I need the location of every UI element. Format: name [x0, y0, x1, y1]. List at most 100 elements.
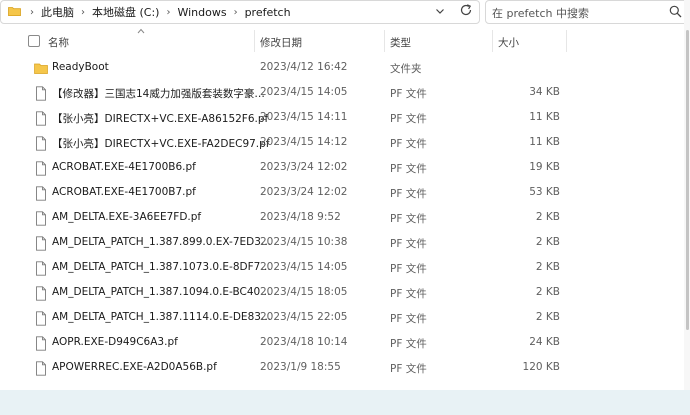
file-name: AOPR.EXE-D949C6A3.pf	[52, 336, 178, 348]
file-icon	[34, 236, 48, 251]
breadcrumb-separator: ›	[233, 6, 238, 18]
file-date: 2023/4/18 10:14	[260, 336, 348, 348]
file-type: PF 文件	[390, 213, 427, 225]
breadcrumb-windows[interactable]: Windows	[177, 6, 226, 19]
file-icon	[34, 161, 48, 176]
file-date: 2023/3/24 12:02	[260, 161, 348, 173]
column-header-type[interactable]: 类型	[390, 35, 411, 50]
table-row[interactable]: AM_DELTA_PATCH_1.387.1073.0.E-8DF7… 2023/…	[26, 256, 586, 281]
sort-ascending-icon	[137, 28, 145, 34]
table-row[interactable]: ACROBAT.EXE-4E1700B7.pf 2023/3/24 12:02 PF…	[26, 181, 586, 206]
breadcrumb-local-disk[interactable]: 本地磁盘 (C:)	[92, 4, 159, 20]
file-icon	[34, 336, 48, 351]
file-explorer-window: › 此电脑 › 本地磁盘 (C:) › Windows › prefetch 在…	[0, 0, 690, 390]
table-row[interactable]: 【张小亮】DIRECTX+VC.EXE-FA2DEC97.pf 2023/4/15…	[26, 131, 586, 156]
file-type: PF 文件	[390, 338, 427, 350]
file-size: 2 KB	[535, 261, 560, 273]
column-header-name[interactable]: 名称	[48, 35, 69, 50]
breadcrumb-separator: ›	[81, 6, 85, 18]
search-icon[interactable]	[669, 5, 682, 18]
file-name: AM_DELTA_PATCH_1.387.1073.0.E-8DF7…	[52, 261, 271, 273]
file-size: 34 KB	[529, 86, 560, 98]
file-type: PF 文件	[390, 163, 427, 175]
search-placeholder: 在 prefetch 中搜索	[492, 7, 589, 20]
file-name: ReadyBoot	[52, 61, 109, 73]
file-name: AM_DELTA_PATCH_1.387.1114.0.E-DE83…	[52, 311, 272, 323]
search-input[interactable]: 在 prefetch 中搜索	[485, 0, 690, 24]
breadcrumb: › 此电脑 › 本地磁盘 (C:) › Windows › prefetch	[23, 4, 291, 20]
file-type: PF 文件	[390, 88, 427, 100]
chevron-down-icon[interactable]	[434, 5, 446, 17]
column-header-date[interactable]: 修改日期	[260, 35, 302, 50]
file-type: PF 文件	[390, 288, 427, 300]
file-type: 文件夹	[390, 63, 422, 75]
file-type: PF 文件	[390, 113, 427, 125]
column-divider[interactable]	[384, 30, 385, 52]
scrollbar-thumb[interactable]	[686, 30, 689, 330]
table-row[interactable]: 【张小亮】DIRECTX+VC.EXE-A86152F6.pf 2023/4/15…	[26, 106, 586, 131]
folder-icon	[34, 61, 48, 76]
file-name: ACROBAT.EXE-4E1700B6.pf	[52, 161, 196, 173]
breadcrumb-this-pc[interactable]: 此电脑	[41, 4, 74, 20]
file-type: PF 文件	[390, 138, 427, 150]
file-icon	[34, 286, 48, 301]
column-divider[interactable]	[254, 30, 255, 52]
file-type: PF 文件	[390, 263, 427, 275]
file-date: 2023/4/15 14:05	[260, 86, 348, 98]
folder-icon	[8, 7, 21, 16]
file-type: PF 文件	[390, 238, 427, 250]
file-icon	[34, 111, 48, 126]
column-divider[interactable]	[566, 30, 567, 52]
file-date: 2023/1/9 18:55	[260, 361, 341, 373]
table-row[interactable]: APOWERREC.EXE-A2D0A56B.pf 2023/1/9 18:55 P…	[26, 356, 586, 381]
file-date: 2023/4/15 18:05	[260, 286, 348, 298]
file-icon	[34, 311, 48, 326]
table-row[interactable]: AM_DELTA_PATCH_1.387.1094.0.E-BC40… 2023/…	[26, 281, 586, 306]
file-name: APOWERREC.EXE-A2D0A56B.pf	[52, 361, 217, 373]
file-type: PF 文件	[390, 313, 427, 325]
file-name: AM_DELTA_PATCH_1.387.899.0.EX-7ED3…	[52, 236, 272, 248]
file-date: 2023/4/15 14:05	[260, 261, 348, 273]
file-icon	[34, 186, 48, 201]
file-name: AM_DELTA.EXE-3A6EE7FD.pf	[52, 211, 202, 223]
table-row[interactable]: AM_DELTA.EXE-3A6EE7FD.pf 2023/4/18 9:52 PF…	[26, 206, 586, 231]
file-name: AM_DELTA_PATCH_1.387.1094.0.E-BC40…	[52, 286, 271, 298]
file-date: 2023/4/15 14:12	[260, 136, 348, 148]
breadcrumb-separator: ›	[30, 6, 34, 18]
file-size: 53 KB	[529, 186, 560, 198]
file-date: 2023/4/15 22:05	[260, 311, 348, 323]
file-date: 2023/4/12 16:42	[260, 61, 348, 73]
navigation-bar: › 此电脑 › 本地磁盘 (C:) › Windows › prefetch 在…	[0, 0, 690, 24]
column-header-size[interactable]: 大小	[498, 35, 519, 50]
file-name: 【张小亮】DIRECTX+VC.EXE-A86152F6.pf	[52, 113, 269, 125]
address-bar[interactable]: › 此电脑 › 本地磁盘 (C:) › Windows › prefetch	[0, 0, 480, 24]
column-header: 名称 修改日期 类型 大小	[0, 28, 690, 54]
table-row[interactable]: ACROBAT.EXE-4E1700B6.pf 2023/3/24 12:02 PF…	[26, 156, 586, 181]
file-date: 2023/3/24 12:02	[260, 186, 348, 198]
file-size: 19 KB	[529, 161, 560, 173]
file-name: 【张小亮】DIRECTX+VC.EXE-FA2DEC97.pf	[52, 138, 270, 150]
refresh-icon[interactable]	[459, 3, 473, 17]
table-row[interactable]: 【修改器】三国志14威力加强版套装数字豪… 2023/4/15 14:05 PF 文…	[26, 81, 586, 106]
table-row[interactable]: AM_DELTA_PATCH_1.387.899.0.EX-7ED3… 2023/…	[26, 231, 586, 256]
file-icon	[34, 361, 48, 376]
file-size: 24 KB	[529, 336, 560, 348]
file-size: 2 KB	[535, 211, 560, 223]
breadcrumb-separator: ›	[166, 6, 171, 18]
select-all-checkbox[interactable]	[28, 35, 40, 47]
file-size: 2 KB	[535, 236, 560, 248]
table-row[interactable]: AOPR.EXE-D949C6A3.pf 2023/4/18 10:14 PF 文件…	[26, 331, 586, 356]
breadcrumb-prefetch[interactable]: prefetch	[245, 6, 291, 19]
file-date: 2023/4/18 9:52	[260, 211, 341, 223]
file-size: 120 KB	[522, 361, 560, 373]
table-row[interactable]: ReadyBoot 2023/4/12 16:42 文件夹	[26, 56, 586, 81]
table-row[interactable]: AM_DELTA_PATCH_1.387.1114.0.E-DE83… 2023/…	[26, 306, 586, 331]
file-size: 2 KB	[535, 286, 560, 298]
file-icon	[34, 136, 48, 151]
file-name: ACROBAT.EXE-4E1700B7.pf	[52, 186, 196, 198]
column-divider[interactable]	[492, 30, 493, 52]
file-size: 11 KB	[529, 136, 560, 148]
file-date: 2023/4/15 10:38	[260, 236, 348, 248]
file-size: 11 KB	[529, 111, 560, 123]
file-date: 2023/4/15 14:11	[260, 111, 348, 123]
